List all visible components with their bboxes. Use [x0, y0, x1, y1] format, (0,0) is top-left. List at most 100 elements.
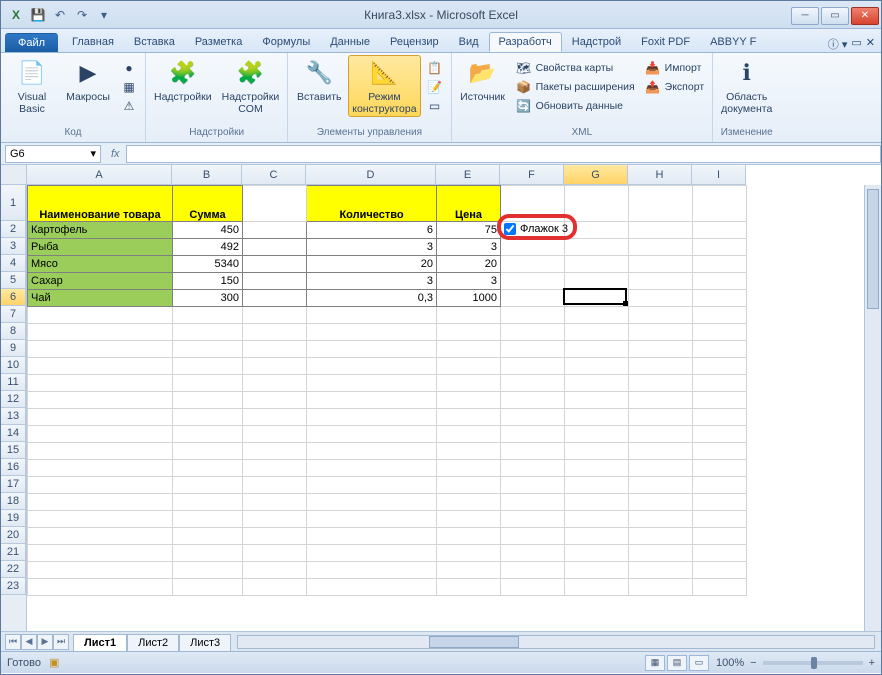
checkbox-control[interactable]: Флажок 3: [504, 223, 568, 235]
column-header-C[interactable]: C: [242, 165, 306, 185]
xml-export-button[interactable]: 📤Экспорт: [641, 78, 708, 96]
cell-G22[interactable]: [565, 562, 629, 579]
cell-F4[interactable]: [501, 256, 565, 273]
cell-C2[interactable]: [243, 222, 307, 239]
doc-close-icon[interactable]: ✕: [866, 36, 875, 52]
cell-D23[interactable]: [307, 579, 437, 596]
cell-C12[interactable]: [243, 392, 307, 409]
cell-A10[interactable]: [28, 358, 173, 375]
cell-D7[interactable]: [307, 307, 437, 324]
cell-B10[interactable]: [173, 358, 243, 375]
tab-разработч[interactable]: Разработч: [489, 32, 562, 52]
cell-G21[interactable]: [565, 545, 629, 562]
cell-E5[interactable]: 3: [437, 273, 501, 290]
cell-H8[interactable]: [629, 324, 693, 341]
tab-надстрой[interactable]: Надстрой: [562, 32, 631, 52]
column-header-F[interactable]: F: [500, 165, 564, 185]
cell-C22[interactable]: [243, 562, 307, 579]
cell-D8[interactable]: [307, 324, 437, 341]
zoom-slider[interactable]: [763, 661, 863, 665]
cell-D2[interactable]: 6: [307, 222, 437, 239]
cell-D13[interactable]: [307, 409, 437, 426]
cell-E8[interactable]: [437, 324, 501, 341]
cell-H14[interactable]: [629, 426, 693, 443]
cell-A1[interactable]: Наименование товара: [28, 186, 173, 222]
record-macro-button[interactable]: ●: [117, 59, 141, 77]
cell-D16[interactable]: [307, 460, 437, 477]
name-box[interactable]: G6▾: [5, 145, 101, 163]
cell-I8[interactable]: [693, 324, 747, 341]
cell-B18[interactable]: [173, 494, 243, 511]
xml-source-button[interactable]: 📂Источник: [456, 55, 510, 105]
tab-file[interactable]: Файл: [5, 33, 58, 52]
cell-A23[interactable]: [28, 579, 173, 596]
cell-I5[interactable]: [693, 273, 747, 290]
tab-вставка[interactable]: Вставка: [124, 32, 185, 52]
cell-I3[interactable]: [693, 239, 747, 256]
cell-A13[interactable]: [28, 409, 173, 426]
visual-basic-button[interactable]: 📄Visual Basic: [5, 55, 59, 117]
cell-H13[interactable]: [629, 409, 693, 426]
cell-C23[interactable]: [243, 579, 307, 596]
cell-I7[interactable]: [693, 307, 747, 324]
cell-E16[interactable]: [437, 460, 501, 477]
cell-F7[interactable]: [501, 307, 565, 324]
cell-A2[interactable]: Картофель: [28, 222, 173, 239]
relative-refs-button[interactable]: ▦: [117, 78, 141, 96]
cell-E21[interactable]: [437, 545, 501, 562]
macro-record-icon[interactable]: ▣: [49, 656, 59, 669]
save-icon[interactable]: 💾: [29, 6, 47, 24]
cell-C19[interactable]: [243, 511, 307, 528]
cell-F11[interactable]: [501, 375, 565, 392]
cell-G20[interactable]: [565, 528, 629, 545]
cell-G7[interactable]: [565, 307, 629, 324]
cell-E13[interactable]: [437, 409, 501, 426]
cell-F5[interactable]: [501, 273, 565, 290]
tab-foxit pdf[interactable]: Foxit PDF: [631, 32, 700, 52]
cell-I20[interactable]: [693, 528, 747, 545]
cell-B17[interactable]: [173, 477, 243, 494]
zoom-level[interactable]: 100%: [716, 657, 744, 669]
namebox-dropdown-icon[interactable]: ▾: [90, 147, 96, 160]
row-header-7[interactable]: 7: [1, 306, 26, 323]
cell-C20[interactable]: [243, 528, 307, 545]
cell-A19[interactable]: [28, 511, 173, 528]
cell-E6[interactable]: 1000: [437, 290, 501, 307]
cell-G17[interactable]: [565, 477, 629, 494]
cell-D17[interactable]: [307, 477, 437, 494]
cell-H5[interactable]: [629, 273, 693, 290]
cell-D20[interactable]: [307, 528, 437, 545]
view-code-button[interactable]: 📝: [423, 78, 447, 96]
scrollbar-thumb[interactable]: [867, 189, 879, 309]
cell-H2[interactable]: [629, 222, 693, 239]
cell-C9[interactable]: [243, 341, 307, 358]
cell-F20[interactable]: [501, 528, 565, 545]
cell-A21[interactable]: [28, 545, 173, 562]
undo-icon[interactable]: ↶: [51, 6, 69, 24]
cell-I14[interactable]: [693, 426, 747, 443]
row-header-11[interactable]: 11: [1, 374, 26, 391]
sheet-tab-Лист2[interactable]: Лист2: [127, 634, 179, 651]
cell-E15[interactable]: [437, 443, 501, 460]
cell-C15[interactable]: [243, 443, 307, 460]
cell-I19[interactable]: [693, 511, 747, 528]
cell-G12[interactable]: [565, 392, 629, 409]
cell-E18[interactable]: [437, 494, 501, 511]
cell-G8[interactable]: [565, 324, 629, 341]
cell-A14[interactable]: [28, 426, 173, 443]
cell-E1[interactable]: Цена: [437, 186, 501, 222]
cell-C4[interactable]: [243, 256, 307, 273]
cell-F23[interactable]: [501, 579, 565, 596]
close-button[interactable]: ✕: [851, 7, 879, 25]
cell-C14[interactable]: [243, 426, 307, 443]
cell-B20[interactable]: [173, 528, 243, 545]
cell-C13[interactable]: [243, 409, 307, 426]
cell-A9[interactable]: [28, 341, 173, 358]
cell-H18[interactable]: [629, 494, 693, 511]
row-header-1[interactable]: 1: [1, 185, 26, 221]
cell-E17[interactable]: [437, 477, 501, 494]
map-properties-button[interactable]: 🗺Свойства карты: [512, 59, 639, 77]
cell-I13[interactable]: [693, 409, 747, 426]
cell-C5[interactable]: [243, 273, 307, 290]
cell-F19[interactable]: [501, 511, 565, 528]
